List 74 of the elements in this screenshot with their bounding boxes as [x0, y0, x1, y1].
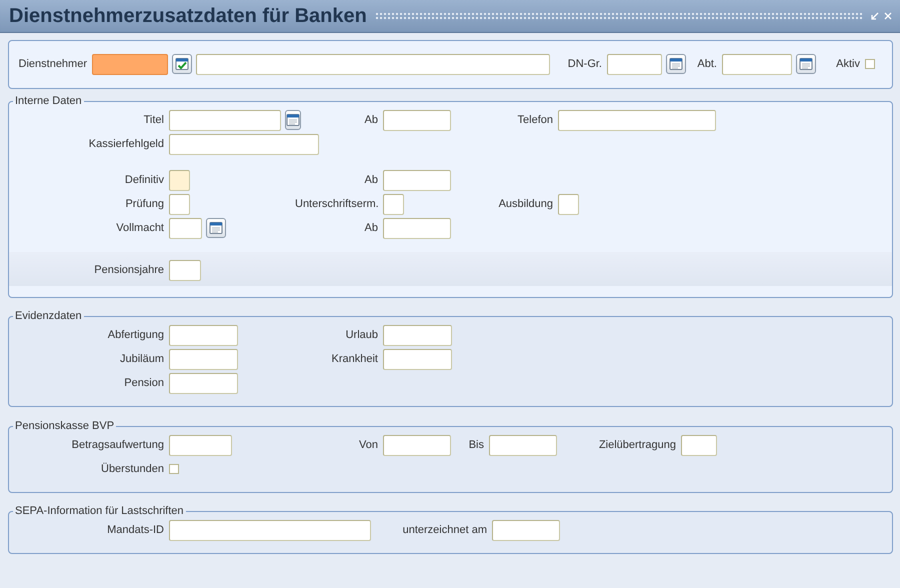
input-field[interactable] [169, 218, 202, 238]
section-title: Evidenzdaten [14, 310, 83, 323]
field-label: Aktiv [835, 56, 861, 72]
input-field[interactable] [169, 324, 238, 346]
input-field[interactable] [196, 54, 550, 74]
calendar-icon [799, 57, 813, 71]
input-field[interactable] [558, 194, 579, 214]
input-field[interactable] [383, 218, 451, 238]
field-label: Telefon [516, 112, 554, 128]
input-field[interactable] [383, 194, 404, 214]
field-label: Ab [364, 112, 379, 128]
checkbox[interactable] [865, 59, 875, 69]
calendar-icon [669, 57, 683, 71]
field-label: Titel [142, 112, 165, 128]
field-label: Überstunden [100, 462, 165, 477]
input-field[interactable] [169, 434, 232, 456]
input-field[interactable] [722, 54, 792, 74]
input-field[interactable] [607, 54, 662, 74]
calendar-button[interactable] [666, 54, 686, 74]
field-label: Definitiv [124, 172, 165, 188]
section-title: SEPA-Information für Lastschriften [14, 505, 185, 518]
input-field[interactable] [383, 434, 451, 456]
field-label: Ab [364, 220, 379, 236]
minimize-icon[interactable] [870, 12, 879, 20]
input-field[interactable] [169, 134, 319, 154]
checkmark-icon [175, 57, 189, 71]
field-label: Bis [468, 438, 485, 453]
input-field[interactable] [383, 324, 452, 346]
input-field[interactable] [492, 520, 560, 540]
calendar-button[interactable] [206, 218, 226, 238]
input-field[interactable] [169, 194, 190, 214]
input-field[interactable] [558, 110, 716, 130]
field-label: Pension [123, 376, 165, 391]
lookup-button[interactable] [172, 54, 192, 74]
input-field[interactable] [489, 434, 557, 456]
field-label: Mandats-ID [106, 522, 165, 538]
input-field[interactable] [681, 434, 717, 456]
field-label: Abfertigung [106, 328, 165, 343]
input-field[interactable] [169, 520, 371, 540]
field-label: Betragsaufwertung [70, 438, 165, 453]
input-field[interactable] [169, 372, 238, 394]
field-label: Unterschriftserm. [295, 196, 380, 212]
calendar-button[interactable] [796, 54, 816, 74]
calendar-icon [209, 221, 223, 235]
input-field[interactable] [169, 348, 238, 370]
field-label: Ab [364, 172, 379, 188]
field-label: DN-Gr. [566, 56, 603, 72]
field-label: Krankheit [330, 352, 379, 367]
checkbox[interactable] [169, 464, 179, 474]
calendar-icon [286, 113, 300, 127]
field-label: Prüfung [124, 196, 165, 212]
field-label: Kassierfehlgeld [88, 136, 165, 152]
field-label: Vollmacht [115, 220, 165, 236]
window-title: Dienstnehmerzusatzdaten für Banken [9, 4, 367, 28]
section-title: Interne Daten [14, 95, 83, 108]
field-label: Zielübertragung [598, 438, 677, 453]
calendar-button[interactable] [285, 110, 301, 130]
field-label: Urlaub [344, 328, 379, 343]
input-field[interactable] [169, 110, 281, 130]
close-icon[interactable] [884, 12, 892, 20]
input-field[interactable] [383, 110, 451, 130]
input-field[interactable] [169, 170, 190, 190]
field-label: Ausbildung [498, 196, 554, 212]
section-title: Pensionskasse BVP [14, 420, 116, 433]
field-label: Jubiläum [118, 352, 165, 367]
field-label: Pensionsjahre [93, 262, 165, 278]
field-label: Dienstnehmer [18, 56, 88, 72]
input-field[interactable] [169, 260, 201, 280]
input-field[interactable] [383, 170, 451, 190]
field-label: unterzeichnet am [402, 522, 488, 538]
input-field[interactable] [92, 54, 168, 74]
field-label: Von [358, 438, 379, 453]
input-field[interactable] [383, 348, 452, 370]
field-label: Abt. [696, 56, 718, 72]
